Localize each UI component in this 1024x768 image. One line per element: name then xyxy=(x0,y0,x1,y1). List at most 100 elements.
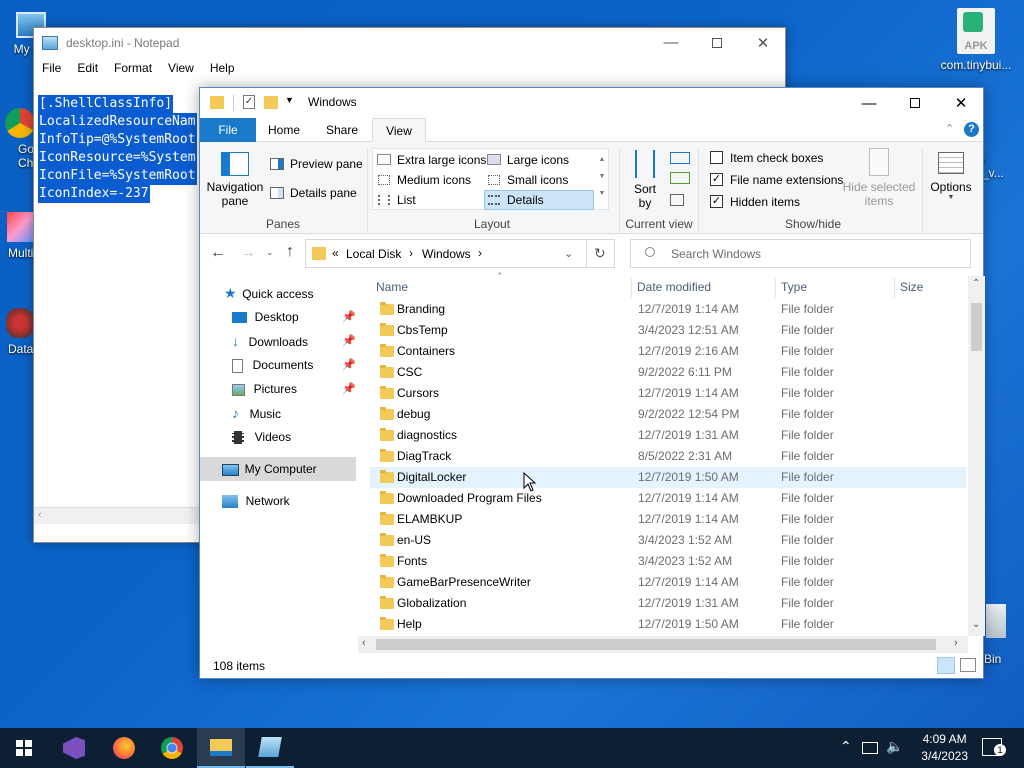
nav-pictures[interactable]: Pictures xyxy=(232,377,297,401)
scroll-right-icon[interactable]: › xyxy=(954,637,958,649)
navigation-pane-button[interactable]: Navigation pane xyxy=(205,148,265,212)
scroll-up-icon[interactable]: ⌃ xyxy=(972,278,980,289)
file-row[interactable]: CbsTemp 3/4/2023 12:51 AM File folder xyxy=(370,320,966,341)
quick-access-toolbar-dropdown-icon[interactable]: ▼ xyxy=(285,95,294,105)
file-row[interactable]: Help 12/7/2019 1:50 AM File folder xyxy=(370,614,966,635)
desktop-icon-partial[interactable]: o r_v... xyxy=(978,152,1024,180)
notification-center-button[interactable]: 1 xyxy=(982,738,1006,756)
pin-icon[interactable]: 📌 xyxy=(342,310,356,323)
properties-icon[interactable]: ✓ xyxy=(243,95,255,109)
scroll-down-icon[interactable]: ⌄ xyxy=(972,619,980,630)
desktop-icon-apk[interactable]: APK com.tinybui... xyxy=(935,8,1017,72)
up-arrow-icon[interactable]: ↑ xyxy=(286,243,294,261)
scroll-left-icon[interactable]: ‹ xyxy=(362,637,366,649)
notepad-close-button[interactable]: ✕ xyxy=(740,28,786,57)
preview-pane-button[interactable]: Preview pane xyxy=(268,156,363,174)
item-check-boxes-toggle[interactable]: Item check boxes xyxy=(708,149,838,167)
file-row[interactable]: Branding 12/7/2019 1:14 AM File folder xyxy=(370,299,966,320)
start-button[interactable] xyxy=(0,728,48,768)
file-row[interactable]: Downloaded Program Files 12/7/2019 1:14 A… xyxy=(370,488,966,509)
desktop-icon-recycle-bin[interactable]: Bin xyxy=(980,604,1024,666)
pin-icon[interactable]: 📌 xyxy=(342,334,356,347)
tab-home[interactable]: Home xyxy=(256,118,312,142)
file-row[interactable]: ELAMBKUP 12/7/2019 1:14 AM File folder xyxy=(370,509,966,530)
menu-file[interactable]: File xyxy=(34,57,69,79)
file-row[interactable]: Globalization 12/7/2019 1:31 AM File folde… xyxy=(370,593,966,614)
options-button[interactable]: Options ▼ xyxy=(928,148,974,214)
hidden-items-toggle[interactable]: ✓ Hidden items xyxy=(708,193,838,211)
file-row[interactable]: debug 9/2/2022 12:54 PM File folder xyxy=(370,404,966,425)
nav-my-computer[interactable]: My Computer xyxy=(200,457,356,481)
network-tray-icon[interactable] xyxy=(862,742,878,754)
explorer-window[interactable]: ✓ ▼ Windows — ✕ File Home Share View ⌃ ?… xyxy=(199,87,985,679)
notepad-maximize-button[interactable] xyxy=(694,28,740,57)
file-row[interactable]: Fonts 3/4/2023 1:52 AM File folder xyxy=(370,551,966,572)
size-columns-icon[interactable] xyxy=(670,194,684,206)
explorer-maximize-button[interactable] xyxy=(892,88,938,118)
notepad-text-area[interactable]: [.ShellClassInfo] LocalizedResourceNam I… xyxy=(38,95,197,203)
hidden-items-checkbox[interactable]: ✓ xyxy=(710,195,723,208)
column-header-date-modified[interactable]: Date modified xyxy=(631,276,774,298)
large-icons-view-icon[interactable] xyxy=(960,658,976,672)
column-header-size[interactable]: Size xyxy=(894,276,964,298)
extra-large-icons-option[interactable]: Extra large icons xyxy=(375,151,486,169)
file-row[interactable]: GameBarPresenceWriter 12/7/2019 1:14 AM Fi… xyxy=(370,572,966,593)
address-bar[interactable]: « Local Disk › Windows › ⌄ ↻ xyxy=(305,239,615,268)
file-row[interactable]: DiagTrack 8/5/2022 2:31 AM File folder xyxy=(370,446,966,467)
nav-documents[interactable]: Documents xyxy=(232,353,313,377)
taskbar-chrome[interactable] xyxy=(148,728,196,768)
menu-edit[interactable]: Edit xyxy=(69,57,106,79)
breadcrumb-overflow-icon[interactable]: « xyxy=(332,246,339,260)
nav-network[interactable]: Network xyxy=(222,489,290,513)
taskbar-notepad[interactable] xyxy=(246,728,294,768)
scroll-thumb[interactable] xyxy=(376,639,936,650)
nav-videos[interactable]: Videos xyxy=(232,425,291,449)
explorer-titlebar[interactable]: ✓ ▼ Windows — ✕ xyxy=(200,88,983,118)
scroll-left-icon[interactable]: ‹ xyxy=(38,509,42,521)
back-arrow-icon[interactable]: ← xyxy=(210,244,226,262)
nav-music[interactable]: ♪ Music xyxy=(232,401,281,425)
item-check-boxes-checkbox[interactable] xyxy=(710,151,723,164)
notepad-minimize-button[interactable]: — xyxy=(648,28,694,57)
file-name-extensions-toggle[interactable]: ✓ File name extensions xyxy=(708,171,843,189)
breadcrumb-chevron-icon[interactable]: › xyxy=(478,246,482,260)
file-row[interactable]: en-US 3/4/2023 1:52 AM File folder xyxy=(370,530,966,551)
sort-by-button[interactable]: Sort by xyxy=(628,148,662,214)
chevron-up-icon[interactable]: ⌃ xyxy=(945,122,954,135)
vertical-scrollbar[interactable]: ⌃ ⌄ xyxy=(968,276,985,636)
explorer-close-button[interactable]: ✕ xyxy=(938,88,984,118)
forward-arrow-icon[interactable]: → xyxy=(240,244,256,262)
volume-icon[interactable]: 🔈 xyxy=(886,738,903,755)
taskbar-firefox[interactable] xyxy=(100,728,148,768)
new-folder-icon[interactable] xyxy=(264,96,278,109)
nav-desktop[interactable]: Desktop xyxy=(232,305,299,329)
file-row[interactable]: Containers 12/7/2019 2:16 AM File folder xyxy=(370,341,966,362)
menu-format[interactable]: Format xyxy=(106,57,160,79)
column-header-name[interactable]: Name xyxy=(370,276,630,298)
group-by-icon[interactable] xyxy=(670,152,690,164)
recent-locations-chevron-icon[interactable]: ⌄ xyxy=(266,247,274,258)
file-name-extensions-checkbox[interactable]: ✓ xyxy=(710,173,723,186)
tab-view[interactable]: View xyxy=(372,118,426,143)
breadcrumb-windows[interactable]: Windows xyxy=(422,247,471,261)
menu-help[interactable]: Help xyxy=(202,57,243,79)
explorer-minimize-button[interactable]: — xyxy=(846,88,892,118)
address-dropdown-icon[interactable]: ⌄ xyxy=(564,247,573,260)
breadcrumb-chevron-icon[interactable]: › xyxy=(409,246,413,260)
scroll-thumb[interactable] xyxy=(971,303,982,351)
nav-downloads[interactable]: ↓ Downloads xyxy=(232,329,308,353)
add-columns-icon[interactable] xyxy=(670,172,690,184)
search-box[interactable]: Search Windows xyxy=(630,239,971,268)
nav-quick-access[interactable]: ★ Quick access xyxy=(224,281,314,305)
taskbar-file-explorer[interactable] xyxy=(197,728,245,768)
tab-file[interactable]: File xyxy=(200,118,256,142)
clock[interactable]: 4:09 AM 3/4/2023 xyxy=(921,731,968,765)
horizontal-scrollbar[interactable]: ‹ › xyxy=(358,636,968,653)
small-icons-option[interactable]: Small icons xyxy=(485,171,593,189)
breadcrumb-local-disk[interactable]: Local Disk xyxy=(346,247,401,261)
file-row[interactable]: diagnostics 12/7/2019 1:31 AM File folder xyxy=(370,425,966,446)
layout-scroll[interactable]: ▲ ▼ ▼ xyxy=(597,151,607,207)
details-pane-button[interactable]: Details pane xyxy=(268,185,360,203)
details-option[interactable]: Details xyxy=(484,190,594,210)
help-icon[interactable]: ? xyxy=(964,122,979,137)
